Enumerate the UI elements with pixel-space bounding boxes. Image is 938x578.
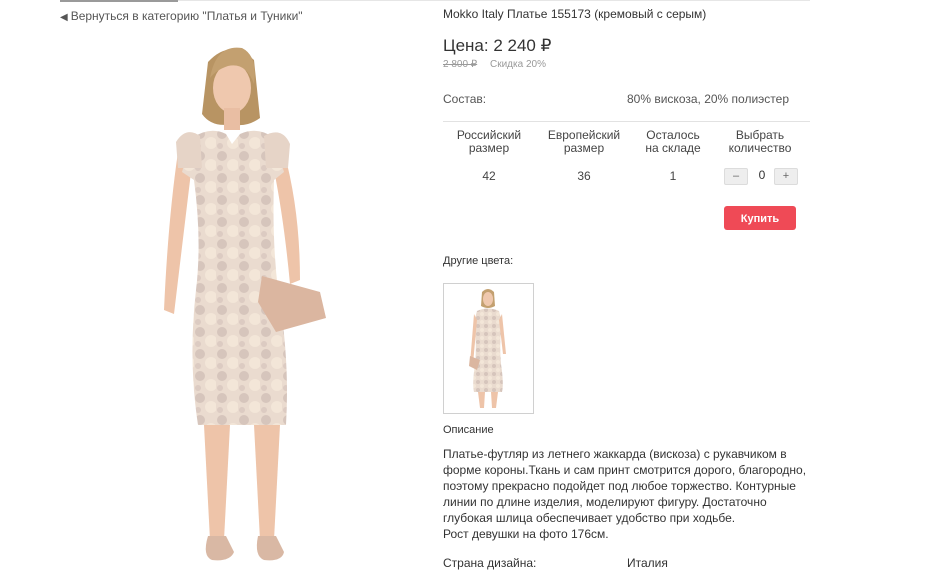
- composition-value: 80% вискоза, 20% полиэстер: [627, 92, 789, 106]
- description-line: линии по длине изделия, моделируют фигур…: [443, 495, 767, 509]
- quantity-increase-button[interactable]: +: [774, 168, 798, 185]
- old-price: 2 800 ₽: [443, 59, 478, 70]
- product-main-photo[interactable]: [150, 40, 345, 578]
- description-heading: Описание: [443, 424, 494, 436]
- quantity-input[interactable]: 0: [752, 168, 772, 182]
- description-line: форме короны.Ткань и сам принт смотрится…: [443, 463, 807, 477]
- header-ru-size-line2: размер: [468, 141, 510, 155]
- description-text: Платье-футляр из летнего жаккарда (виско…: [443, 446, 813, 542]
- description-line: Платье-футляр из летнего жаккарда (виско…: [443, 447, 787, 461]
- header-quantity: Выбрать количество: [714, 129, 806, 155]
- description-line: Рост девушки на фото 176см.: [443, 527, 609, 541]
- stock-value: 1: [669, 169, 677, 183]
- arrow-left-icon: ◀: [60, 12, 68, 23]
- header-stock: Осталось на складе: [627, 129, 719, 155]
- ru-size-value: 42: [482, 169, 496, 183]
- header-ru-size: Российский размер: [443, 129, 535, 155]
- header-quantity-line2: количество: [728, 141, 792, 155]
- buy-button[interactable]: Купить: [724, 206, 796, 230]
- product-title: Mokko Italy Платье 155173 (кремовый с се…: [443, 7, 707, 21]
- quantity-stepper: – 0 +: [724, 168, 814, 185]
- tab-indicator: [60, 0, 178, 2]
- description-line: поэтому прекрасно подойдет под любое тор…: [443, 479, 796, 493]
- header-stock-line2: на складе: [645, 141, 701, 155]
- eu-size-value: 36: [577, 169, 591, 183]
- discount-badge: Скидка 20%: [490, 59, 546, 70]
- country-label: Страна дизайна:: [443, 556, 537, 570]
- description-line: глубокая шлица обеспечивает удобство при…: [443, 511, 736, 525]
- header-eu-size: Европейский размер: [538, 129, 630, 155]
- country-value: Италия: [627, 556, 668, 570]
- quantity-decrease-button[interactable]: –: [724, 168, 748, 185]
- other-colors-label: Другие цвета:: [443, 255, 514, 267]
- header-eu-size-line2: размер: [563, 141, 605, 155]
- size-table: Российский размер Европейский размер Ост…: [443, 121, 810, 197]
- other-color-thumbnail[interactable]: [443, 283, 534, 414]
- composition-label: Состав:: [443, 92, 487, 106]
- back-link-label: Вернуться в категорию "Платья и Туники": [70, 9, 303, 23]
- product-price: Цена: 2 240 ₽: [443, 36, 552, 55]
- back-to-category-link[interactable]: ◀ Вернуться в категорию "Платья и Туники": [60, 9, 303, 23]
